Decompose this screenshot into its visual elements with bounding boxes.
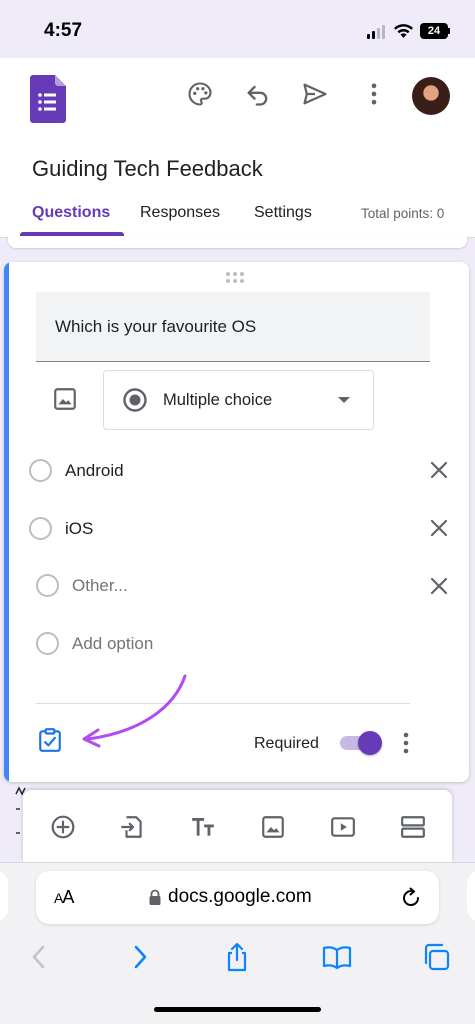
active-card-accent <box>4 262 9 782</box>
address-bar[interactable]: AA docs.google.com <box>36 871 439 924</box>
add-section-icon[interactable] <box>400 814 426 840</box>
cellular-signal-icon <box>367 25 387 39</box>
tab-settings[interactable]: Settings <box>254 204 312 222</box>
option-radio <box>36 632 59 655</box>
lock-icon <box>149 889 161 905</box>
remove-option-icon[interactable] <box>428 517 450 539</box>
back-icon[interactable] <box>24 941 56 973</box>
battery-indicator: 24 <box>420 23 448 39</box>
import-questions-icon[interactable] <box>120 814 146 840</box>
undo-icon[interactable] <box>244 80 272 108</box>
option-label-android[interactable]: Android <box>65 461 124 481</box>
wifi-icon <box>394 24 413 38</box>
tab-responses[interactable]: Responses <box>140 204 220 222</box>
palette-icon[interactable] <box>186 80 214 108</box>
required-label: Required <box>254 735 319 752</box>
previous-card-edge <box>8 236 467 248</box>
aa-large-glyph: A <box>62 887 74 907</box>
add-item-toolbar <box>23 790 452 862</box>
remove-other-icon[interactable] <box>428 575 450 597</box>
question-title-input[interactable]: Which is your favourite OS <box>36 292 430 362</box>
url-text: docs.google.com <box>168 886 312 907</box>
add-video-icon[interactable] <box>330 814 356 840</box>
add-title-icon[interactable] <box>190 814 216 840</box>
more-options-icon[interactable] <box>400 730 412 756</box>
clock: 4:57 <box>44 20 83 41</box>
question-type-dropdown[interactable]: Multiple choice <box>103 370 374 430</box>
option-radio <box>29 517 52 540</box>
avatar[interactable] <box>412 77 450 115</box>
battery-tip <box>448 28 450 34</box>
add-question-icon[interactable] <box>50 814 76 840</box>
toggle-thumb <box>358 731 382 755</box>
form-title[interactable]: Guiding Tech Feedback <box>32 156 263 182</box>
share-icon[interactable] <box>221 941 253 973</box>
drag-handle-icon[interactable] <box>226 272 244 284</box>
reload-icon[interactable] <box>399 886 423 910</box>
option-radio <box>36 574 59 597</box>
other-option-input[interactable]: Other... <box>72 576 128 596</box>
add-image-icon[interactable] <box>52 386 78 412</box>
dropdown-arrow-icon <box>338 397 350 403</box>
tab-questions[interactable]: Questions <box>32 204 110 222</box>
answer-key-icon[interactable] <box>37 727 63 753</box>
next-tab-peek[interactable] <box>467 871 475 921</box>
add-option-button[interactable]: Add option <box>72 634 153 654</box>
home-indicator <box>154 1007 321 1012</box>
radio-checked-icon <box>123 388 147 412</box>
tabs-icon[interactable] <box>420 941 452 973</box>
required-toggle[interactable] <box>338 730 384 756</box>
previous-tab-peek[interactable] <box>0 871 8 921</box>
option-radio <box>29 459 52 482</box>
question-card[interactable]: Which is your favourite OS Multiple choi… <box>4 262 469 782</box>
forms-logo-icon[interactable] <box>30 75 66 123</box>
form-header: Guiding Tech Feedback Questions Response… <box>0 58 475 238</box>
option-label-ios[interactable]: iOS <box>65 519 93 539</box>
card-divider <box>36 703 410 704</box>
more-vert-icon[interactable] <box>360 80 388 108</box>
forward-icon[interactable] <box>124 941 156 973</box>
browser-chrome: AA docs.google.com <box>0 862 475 1024</box>
page-settings-button[interactable]: AA <box>54 887 74 908</box>
question-type-label: Multiple choice <box>163 391 273 409</box>
remove-option-icon[interactable] <box>428 459 450 481</box>
add-image-icon[interactable] <box>260 814 286 840</box>
bookmarks-icon[interactable] <box>321 941 353 973</box>
question-title-text: Which is your favourite OS <box>55 317 257 336</box>
total-points: Total points: 0 <box>361 206 445 221</box>
send-icon[interactable] <box>301 80 329 108</box>
status-bar: 4:57 24 <box>0 0 475 58</box>
